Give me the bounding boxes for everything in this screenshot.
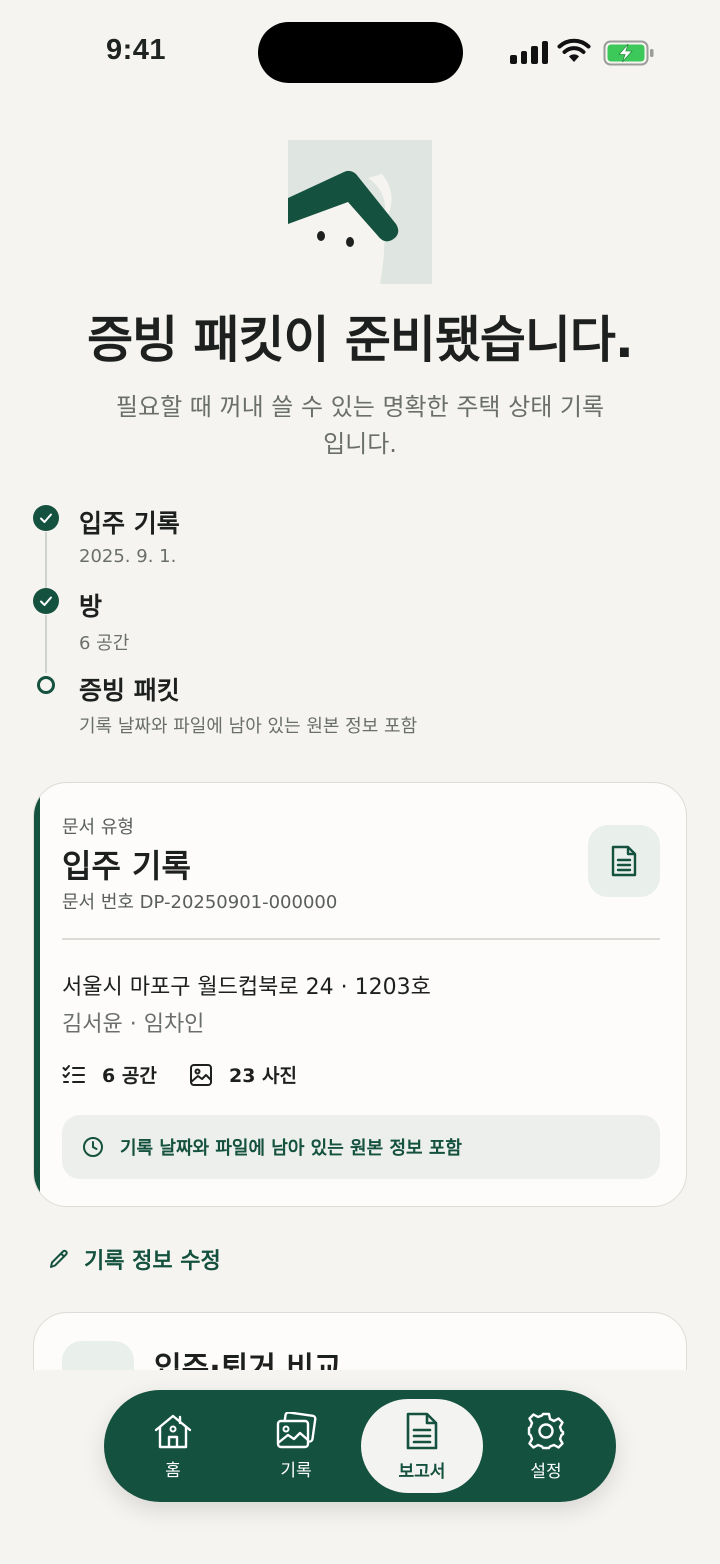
tab-settings-label: 설정 (530, 1461, 562, 1482)
battery-charging-icon (603, 40, 654, 66)
property-address: 서울시 마포구 월드컵북로 24 · 1203호 (62, 975, 431, 1000)
tab-home-label: 홈 (165, 1460, 181, 1481)
tab-records-label: 기록 (280, 1460, 312, 1481)
timeline-step-title: 입주 기록 (79, 509, 180, 538)
timeline-check-icon (33, 588, 59, 614)
spaces-stat: 6 공간 (62, 1061, 157, 1088)
card-divider (62, 938, 660, 940)
cellular-signal-icon (510, 40, 548, 64)
doc-type-label: 문서 유형 (62, 817, 134, 838)
wifi-icon (557, 38, 591, 62)
edit-record-label: 기록 정보 수정 (84, 1249, 221, 1274)
timeline-step-sub: 2025. 9. 1. (79, 546, 177, 567)
photos-stat: 23 사진 (189, 1061, 297, 1088)
timeline-current-dot (37, 676, 55, 694)
headline: 증빙 패킷이 준비됐습니다. (87, 311, 634, 369)
checklist-icon (62, 1064, 85, 1083)
timeline-step-sub: 기록 날짜와 파일에 남아 있는 원본 정보 포함 (79, 716, 418, 737)
clock-icon (83, 1137, 103, 1157)
tab-records[interactable]: 기록 (247, 1390, 345, 1502)
timeline-step-title: 증빙 패킷 (79, 676, 180, 705)
record-summary-card[interactable]: 문서 유형 입주 기록 문서 번호 DP-20250901-000000 서울시… (33, 782, 687, 1207)
tab-reports-label: 보고서 (398, 1461, 446, 1482)
gear-icon (527, 1412, 565, 1449)
image-icon (190, 1063, 212, 1086)
metadata-info-box: 기록 날짜와 파일에 남아 있는 원본 정보 포함 (62, 1115, 660, 1179)
timeline-step-title: 방 (79, 592, 103, 621)
metadata-info-text: 기록 날짜와 파일에 남아 있는 원본 정보 포함 (120, 1138, 462, 1159)
document-icon (611, 845, 637, 877)
spaces-count: 6 공간 (102, 1065, 157, 1087)
open-document-button[interactable] (588, 825, 660, 897)
timeline-connector (45, 532, 47, 590)
edit-record-link[interactable]: 기록 정보 수정 (48, 1243, 221, 1275)
status-time: 9:41 (106, 34, 167, 66)
doc-title: 입주 기록 (62, 847, 191, 885)
timeline-step-sub: 6 공간 (79, 633, 130, 654)
photos-count: 23 사진 (229, 1065, 298, 1087)
house-icon (154, 1414, 192, 1448)
timeline-check-icon (33, 505, 59, 531)
tab-settings[interactable]: 설정 (497, 1390, 595, 1502)
subtitle: 필요할 때 꺼내 쓸 수 있는 명확한 주택 상태 기록입니다. (115, 393, 605, 458)
pencil-icon (50, 1249, 68, 1268)
photos-icon (276, 1411, 317, 1448)
document-icon (406, 1412, 438, 1449)
timeline-connector (45, 615, 47, 673)
tab-home[interactable]: 홈 (124, 1390, 222, 1502)
dynamic-island (258, 22, 463, 83)
tab-reports[interactable]: 보고서 (372, 1390, 472, 1502)
doc-number: 문서 번호 DP-20250901-000000 (62, 892, 338, 913)
tenant-info: 김서윤 · 임차인 (62, 1012, 205, 1037)
house-mascot-illustration (288, 140, 432, 284)
bottom-tab-bar: 홈 기록 보고서 설정 (104, 1390, 616, 1502)
card-accent-bar (34, 783, 40, 1206)
